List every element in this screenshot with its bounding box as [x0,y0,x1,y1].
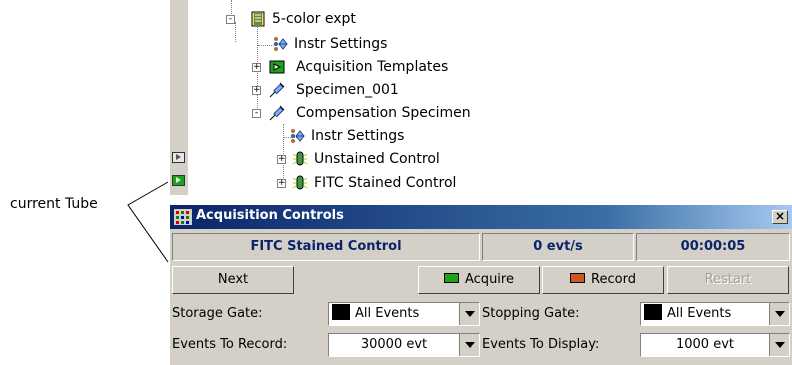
current-tube-name: FITC Stained Control [172,233,480,261]
close-button[interactable]: × [772,210,788,224]
events-to-record-label: Events To Record: [172,337,288,352]
dropdown-arrow-icon[interactable] [459,334,479,356]
stopping-gate-value: All Events [667,306,732,321]
stopping-gate-select[interactable]: All Events [640,302,790,326]
storage-gate-value: All Events [355,306,420,321]
record-button-label: Record [591,272,636,287]
record-icon [570,273,586,283]
acquire-icon [444,273,459,283]
next-button-label: Next [217,272,249,287]
elapsed-time: 00:00:05 [636,233,790,261]
window-title: Acquisition Controls [196,208,344,223]
events-to-display-label: Events To Display: [482,337,600,352]
acquire-button[interactable]: Acquire [418,266,540,294]
dropdown-arrow-icon[interactable] [769,334,789,356]
acquisition-controls-window: Acquisition Controls × FITC Stained Cont… [170,205,792,365]
events-to-display-select[interactable]: 1000 evt [640,333,790,357]
title-bar[interactable]: Acquisition Controls × [170,205,792,229]
next-button[interactable]: Next [172,266,294,294]
restart-button[interactable]: Restart [667,266,789,294]
dropdown-arrow-icon[interactable] [769,303,789,325]
event-rate: 0 evt/s [482,233,634,261]
acquisition-controls-icon [174,209,192,225]
events-to-record-select[interactable]: 30000 evt [328,333,480,357]
dropdown-arrow-icon[interactable] [459,303,479,325]
storage-gate-label: Storage Gate: [172,306,263,321]
events-to-record-value: 30000 evt [360,337,428,352]
acquire-button-label: Acquire [465,272,514,287]
record-button[interactable]: Record [542,266,664,294]
restart-button-label: Restart [704,272,752,287]
events-to-display-value: 1000 evt [675,337,734,352]
black-swatch-icon [332,304,350,320]
storage-gate-select[interactable]: All Events [328,302,480,326]
black-swatch-icon [644,304,662,320]
stopping-gate-label: Stopping Gate: [482,306,580,321]
